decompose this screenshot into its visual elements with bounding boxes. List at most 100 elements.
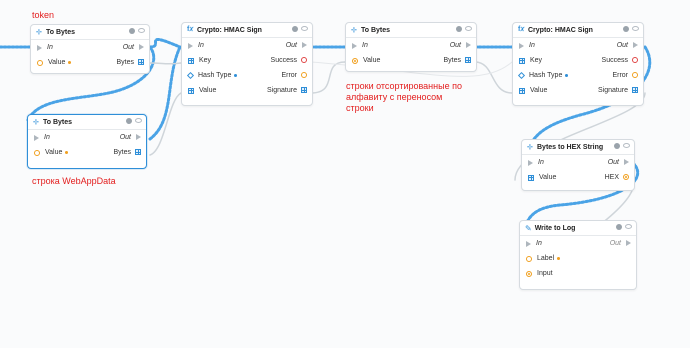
success-label: Success — [601, 57, 628, 64]
node-header[interactable]: f𝑥 Crypto: HMAC Sign — [182, 23, 312, 38]
visibility-icon[interactable] — [138, 28, 145, 33]
node-title: Bytes to HEX String — [537, 143, 604, 151]
exec-in-port[interactable] — [519, 42, 524, 49]
bytes-port[interactable] — [465, 57, 471, 63]
exec-out-port[interactable] — [139, 44, 144, 50]
data-row: Value Bytes — [346, 53, 476, 68]
node-header[interactable]: ✎ Write to Log — [520, 221, 636, 236]
error-port[interactable] — [632, 72, 638, 78]
node-write-to-log[interactable]: ✎ Write to Log In Out Label Input — [519, 220, 637, 290]
exec-row: In Out — [520, 236, 636, 251]
value-label: Value — [48, 59, 66, 66]
bytes-port[interactable] — [138, 59, 144, 65]
node-header[interactable]: ⊹ To Bytes — [346, 23, 476, 38]
annotation-webappdata: строка WebAppData — [32, 176, 116, 186]
function-icon: ⊹ — [36, 29, 42, 36]
exec-out-port[interactable] — [466, 42, 471, 48]
node-title: To Bytes — [43, 118, 73, 126]
visibility-icon[interactable] — [625, 224, 632, 229]
hash-type-row: Hash Type Error — [182, 68, 312, 83]
annotation-token: token — [32, 10, 55, 20]
exec-row: In Out — [31, 40, 149, 55]
exec-in-port[interactable] — [34, 134, 39, 141]
success-port[interactable] — [301, 57, 307, 63]
hash-type-row: Hash Type Error — [513, 68, 643, 83]
value-port[interactable] — [188, 87, 194, 94]
value-port[interactable] — [352, 57, 358, 64]
input-port[interactable] — [526, 270, 532, 277]
hash-type-label: Hash Type — [198, 72, 232, 79]
hash-type-port[interactable] — [517, 71, 526, 80]
exec-out-port[interactable] — [633, 42, 638, 48]
required-dot — [234, 74, 238, 77]
settings-icon[interactable] — [623, 26, 629, 32]
settings-icon[interactable] — [129, 28, 135, 34]
value-label: Value — [539, 174, 557, 181]
visibility-icon[interactable] — [465, 26, 472, 31]
bytes-port[interactable] — [135, 149, 141, 155]
visibility-icon[interactable] — [301, 26, 308, 31]
required-dot — [65, 151, 69, 154]
exec-in-port[interactable] — [528, 159, 533, 166]
node-header[interactable]: ⊹ To Bytes — [31, 25, 149, 40]
exec-out-port[interactable] — [302, 42, 307, 48]
exec-in-port[interactable] — [352, 42, 357, 49]
key-port[interactable] — [519, 57, 525, 64]
exec-row: In Out — [28, 130, 146, 145]
error-port[interactable] — [301, 72, 307, 78]
success-port[interactable] — [632, 57, 638, 63]
exec-in-port[interactable] — [526, 240, 531, 247]
error-label: Error — [281, 72, 297, 79]
label-port[interactable] — [526, 255, 532, 262]
exec-out-port[interactable] — [624, 159, 629, 165]
bytes-label: Bytes — [113, 149, 131, 156]
signature-port[interactable] — [632, 87, 638, 93]
visibility-icon[interactable] — [632, 26, 639, 31]
key-label: Key — [199, 57, 212, 64]
exec-in-port[interactable] — [37, 44, 42, 51]
value-label: Value — [363, 57, 381, 64]
value-port[interactable] — [519, 87, 525, 94]
node-header[interactable]: ⊹ Bytes to HEX String — [522, 140, 634, 155]
value-port[interactable] — [37, 59, 43, 66]
node-to-bytes-webappdata[interactable]: ⊹ To Bytes In Out Value Bytes — [27, 114, 147, 169]
node-to-bytes-sorted[interactable]: ⊹ To Bytes In Out Value Bytes — [345, 22, 477, 72]
hash-type-port[interactable] — [186, 71, 195, 80]
success-label: Success — [270, 57, 297, 64]
settings-icon[interactable] — [616, 224, 622, 230]
annotation-sorted-strings: строки отсортированные по алфавиту с пер… — [346, 81, 462, 113]
exec-in-port[interactable] — [188, 42, 193, 49]
key-row: Key Success — [182, 53, 312, 68]
exec-out-port[interactable] — [626, 240, 631, 246]
input-row: Input — [520, 266, 636, 281]
in-label: In — [44, 134, 50, 141]
in-label: In — [198, 42, 204, 49]
visibility-icon[interactable] — [135, 118, 142, 123]
bytes-label: Bytes — [116, 59, 134, 66]
node-to-bytes-token[interactable]: ⊹ To Bytes In Out Value Bytes — [30, 24, 150, 74]
exec-out-port[interactable] — [136, 134, 141, 140]
node-hmac-sign-2[interactable]: f𝑥 Crypto: HMAC Sign In Out Key Success … — [512, 22, 644, 106]
pencil-icon: ✎ — [525, 223, 532, 233]
value-port[interactable] — [34, 149, 40, 156]
function-icon: ⊹ — [351, 27, 357, 34]
settings-icon[interactable] — [614, 143, 620, 149]
value-port[interactable] — [528, 174, 534, 181]
node-header[interactable]: f𝑥 Crypto: HMAC Sign — [513, 23, 643, 38]
visibility-icon[interactable] — [623, 143, 630, 148]
in-label: In — [536, 240, 542, 247]
node-bytes-to-hex[interactable]: ⊹ Bytes to HEX String In Out Value HEX — [521, 139, 635, 191]
node-header[interactable]: ⊹ To Bytes — [28, 115, 146, 130]
signature-label: Signature — [267, 87, 297, 94]
key-port[interactable] — [188, 57, 194, 64]
signature-port[interactable] — [301, 87, 307, 93]
settings-icon[interactable] — [456, 26, 462, 32]
out-label: Out — [609, 240, 621, 247]
hex-port[interactable] — [623, 174, 629, 180]
out-label: Out — [616, 42, 628, 49]
node-hmac-sign-1[interactable]: f𝑥 Crypto: HMAC Sign In Out Key Success … — [181, 22, 313, 106]
settings-icon[interactable] — [126, 118, 132, 124]
function-icon: f𝑥 — [518, 26, 525, 33]
settings-icon[interactable] — [292, 26, 298, 32]
in-label: In — [362, 42, 368, 49]
